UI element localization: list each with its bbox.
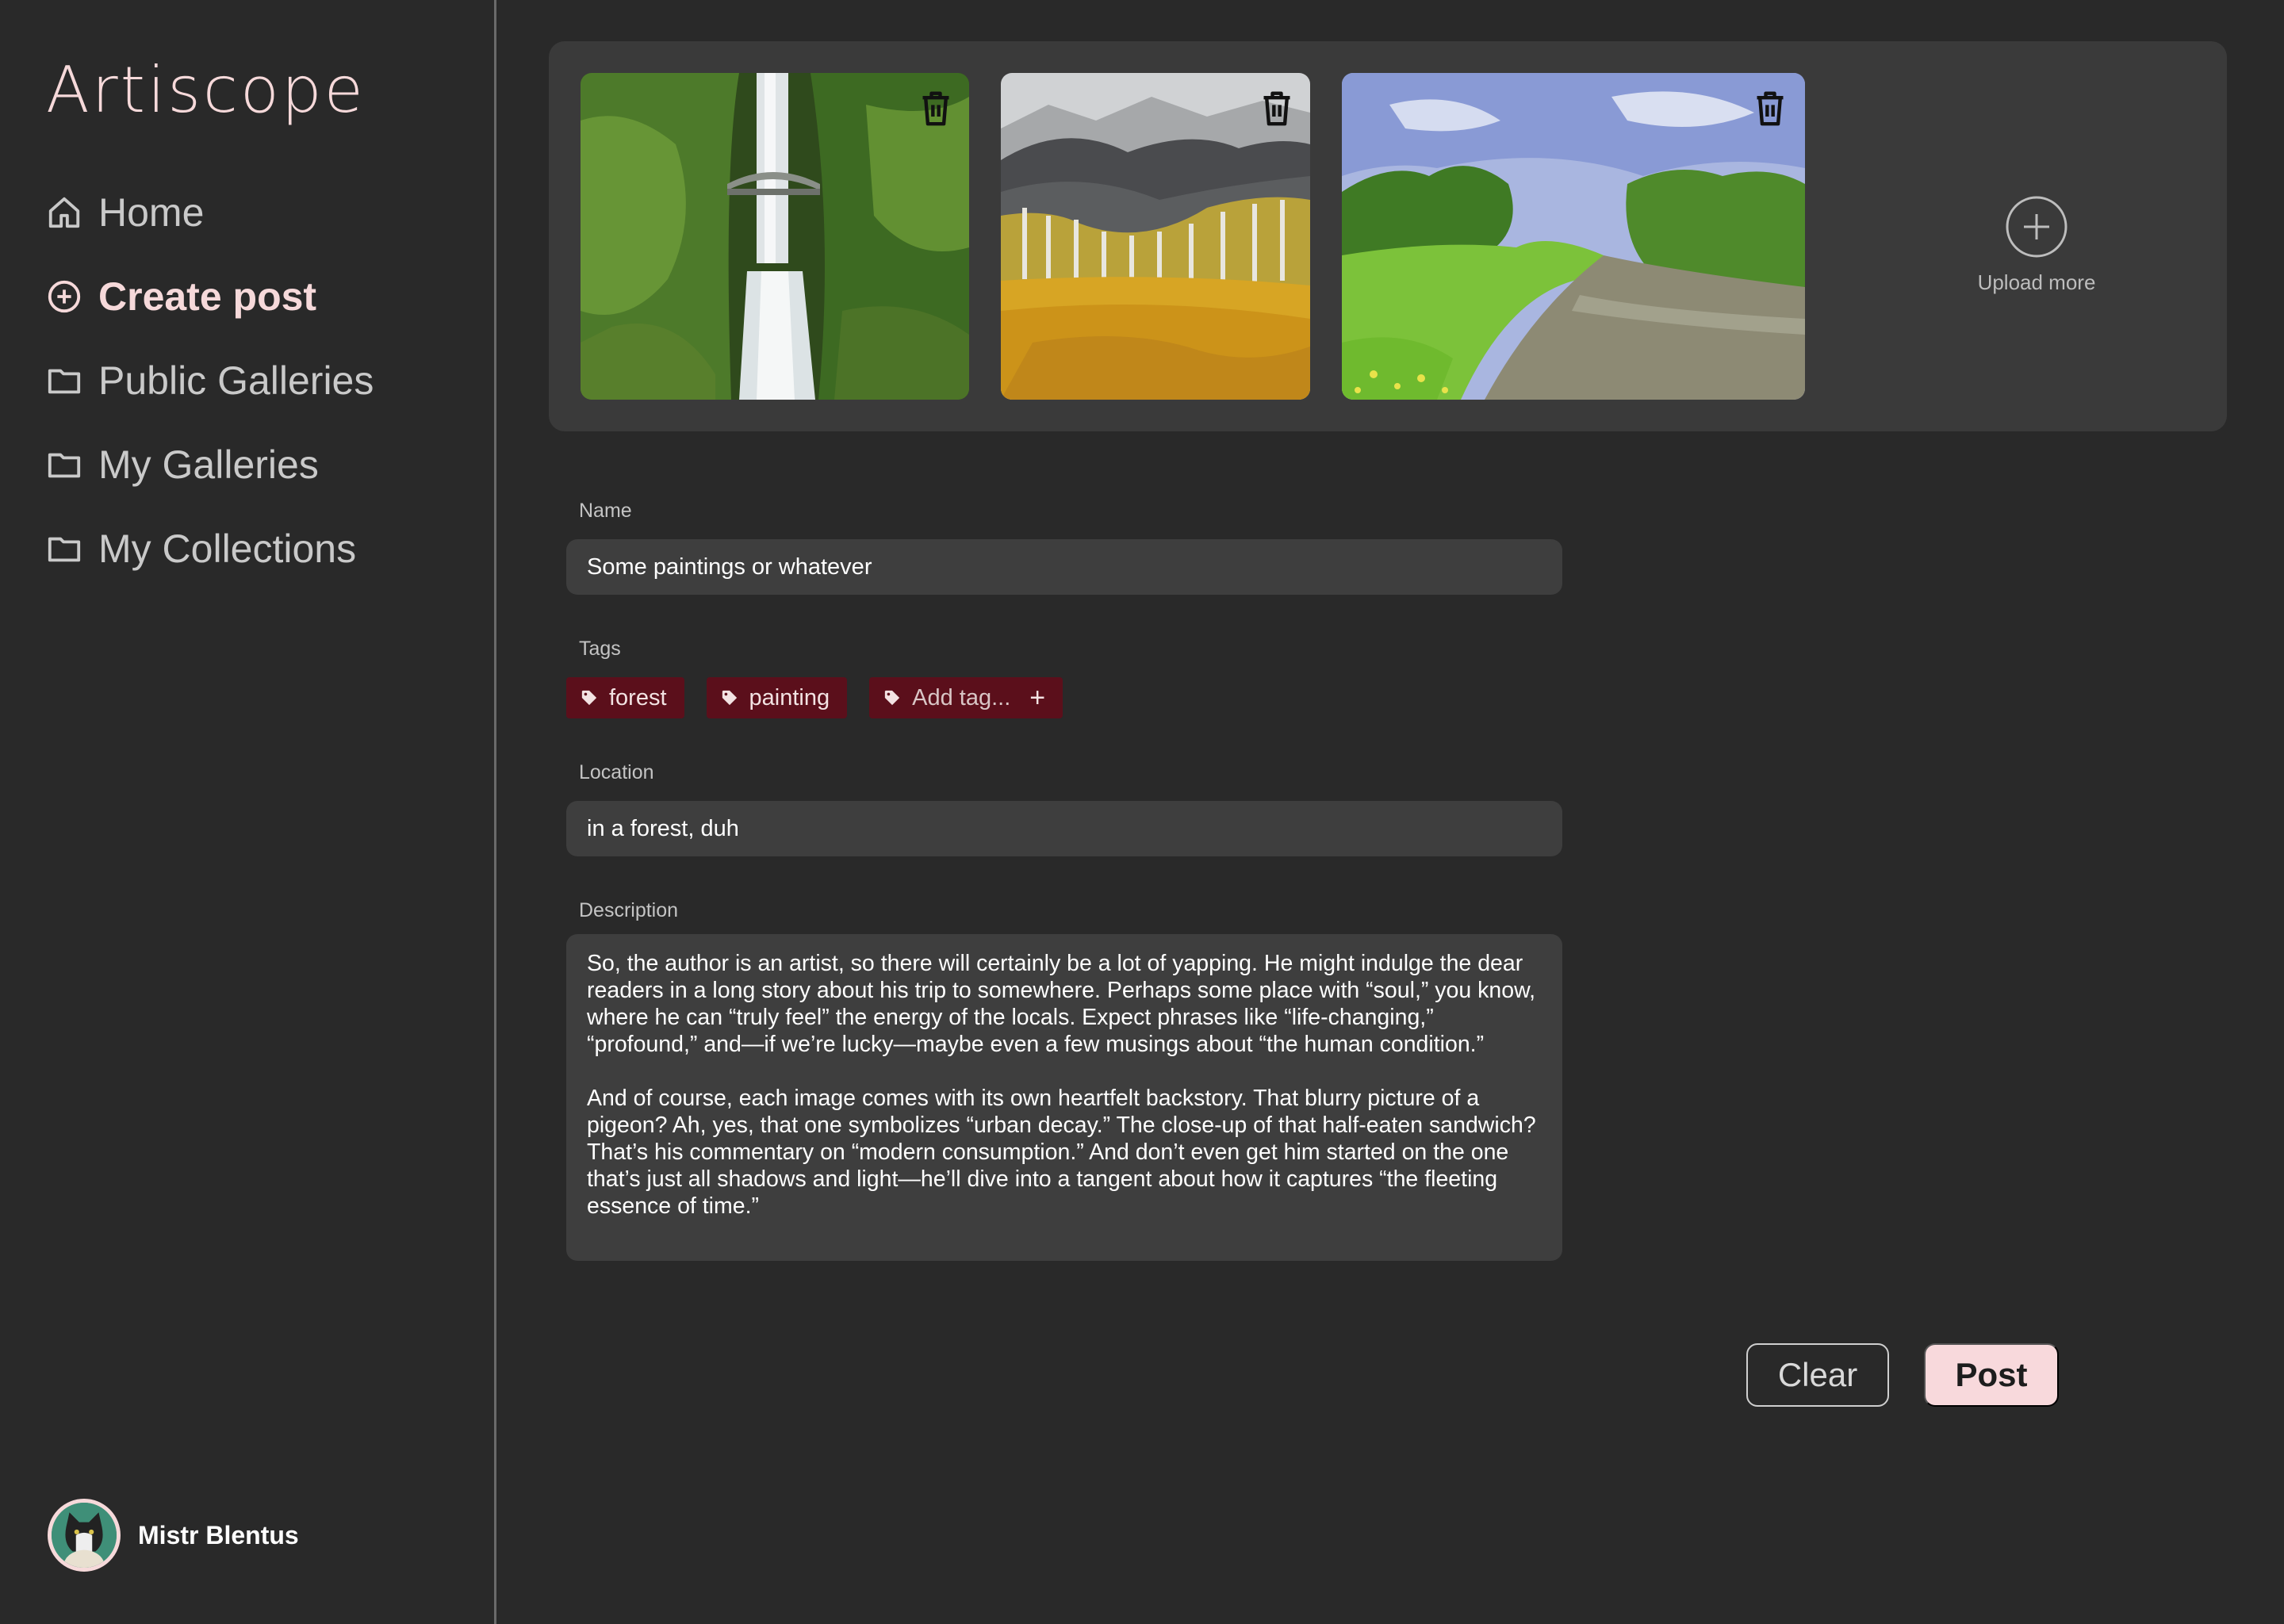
upload-more-button[interactable]: Upload more	[1957, 195, 2116, 295]
nav-item-label: Public Galleries	[98, 358, 374, 403]
nav-item-label: Home	[98, 190, 205, 235]
app-root: Artiscope Home Create post Public Galler…	[0, 0, 2284, 1624]
uploaded-image-birch-painting[interactable]	[1001, 73, 1310, 400]
folder-icon	[46, 446, 82, 483]
tag-icon	[722, 690, 737, 706]
home-icon	[46, 194, 82, 231]
plus-circle-icon	[46, 278, 82, 315]
nav-item-my-collections[interactable]: My Collections	[46, 507, 374, 591]
avatar[interactable]	[48, 1499, 121, 1572]
brand-logo[interactable]: Artiscope	[46, 51, 366, 130]
nav-item-create-post[interactable]: Create post	[46, 255, 374, 339]
post-button[interactable]: Post	[1924, 1343, 2059, 1407]
trash-icon[interactable]	[1753, 89, 1788, 127]
name-input[interactable]: Some paintings or whatever	[566, 539, 1562, 595]
add-tag-input[interactable]: Add tag... +	[869, 677, 1063, 718]
nav-item-label: Create post	[98, 274, 317, 319]
image-upload-gallery: Upload more	[549, 41, 2227, 431]
waterfall-photo	[581, 73, 969, 400]
uploaded-image-waterfall[interactable]	[581, 73, 969, 400]
sidebar: Artiscope Home Create post Public Galler…	[0, 0, 496, 1624]
sidebar-nav: Home Create post Public Galleries My Gal…	[46, 170, 374, 591]
trash-icon[interactable]	[1259, 89, 1294, 127]
tag-chip-label: painting	[749, 684, 830, 710]
folder-icon	[46, 362, 82, 399]
clear-button[interactable]: Clear	[1746, 1343, 1889, 1407]
uploaded-image-river-painting[interactable]	[1342, 73, 1805, 400]
nav-item-my-galleries[interactable]: My Galleries	[46, 423, 374, 507]
description-textarea[interactable]: So, the author is an artist, so there wi…	[566, 934, 1562, 1261]
tag-list: forest painting Add tag... +	[566, 677, 1085, 718]
plus-circle-icon	[2006, 196, 2067, 258]
name-label: Name	[579, 500, 632, 522]
nav-item-label: My Collections	[98, 527, 357, 571]
nav-item-label: My Galleries	[98, 442, 319, 487]
tag-chip-forest[interactable]: forest	[566, 677, 684, 718]
add-tag-placeholder: Add tag...	[912, 684, 1011, 710]
tags-label: Tags	[579, 638, 621, 660]
description-label: Description	[579, 899, 679, 921]
user-profile[interactable]: Mistr Blentus	[48, 1499, 299, 1572]
location-input[interactable]: in a forest, duh	[566, 801, 1562, 856]
upload-more-label: Upload more	[1977, 270, 2096, 294]
folder-icon	[46, 530, 82, 567]
river-painting	[1342, 73, 1805, 400]
add-tag-plus-icon[interactable]: +	[1029, 684, 1045, 711]
nav-item-public-galleries[interactable]: Public Galleries	[46, 339, 374, 423]
tag-icon	[884, 690, 900, 706]
tag-chip-label: forest	[609, 684, 667, 710]
nav-item-home[interactable]: Home	[46, 170, 374, 255]
trash-icon[interactable]	[918, 89, 953, 127]
location-label: Location	[579, 761, 654, 783]
user-name: Mistr Blentus	[138, 1520, 299, 1549]
tag-chip-painting[interactable]: painting	[706, 677, 848, 718]
tag-icon	[581, 690, 597, 706]
